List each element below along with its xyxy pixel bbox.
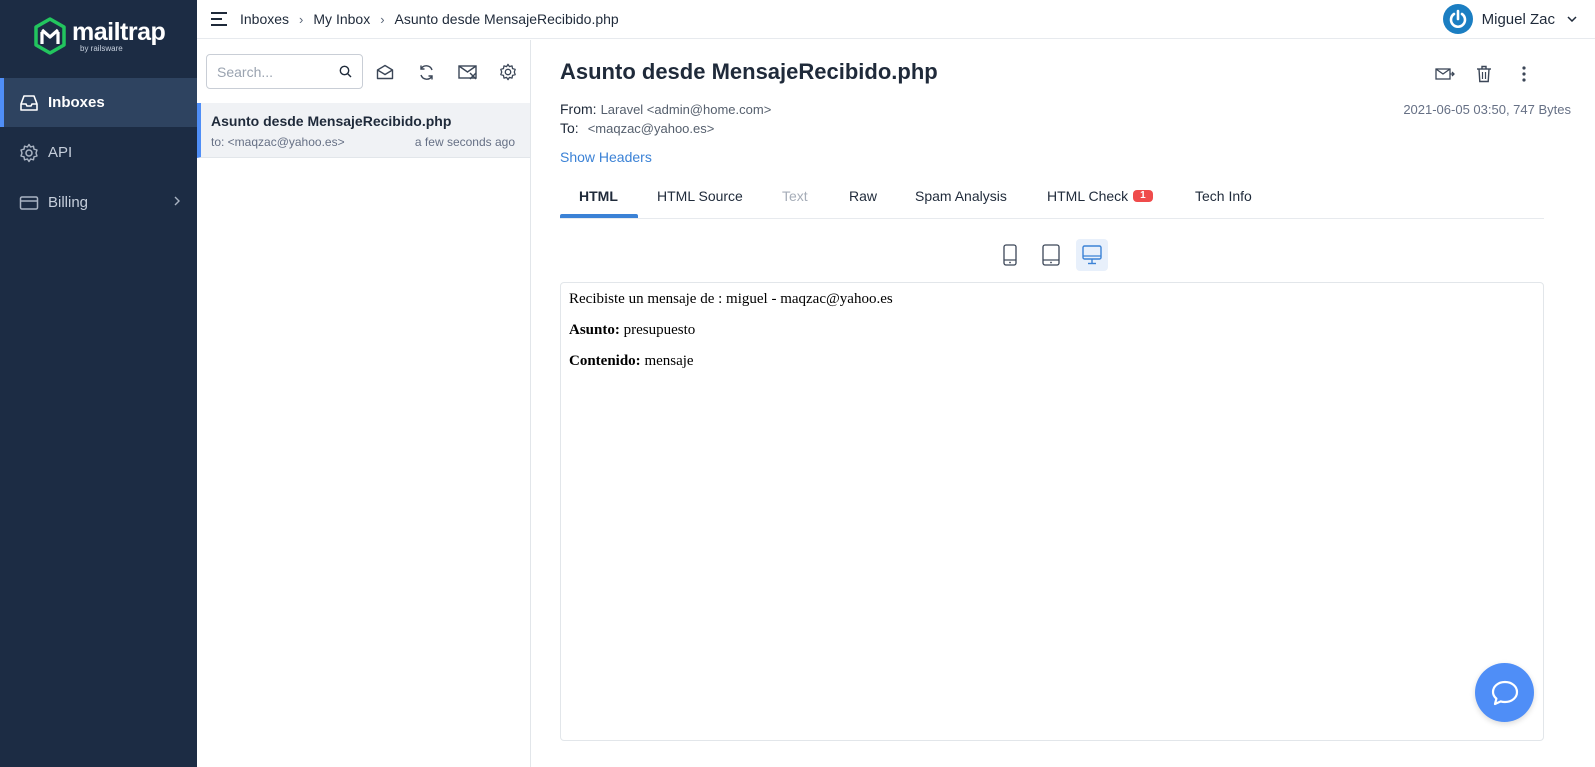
breadcrumb-separator: ›: [299, 11, 304, 27]
mobile-view-button[interactable]: [994, 239, 1026, 271]
sidebar-nav: Inboxes API Billing: [0, 78, 197, 228]
page-title: Asunto desde MensajeRecibido.php: [560, 59, 938, 84]
trash-icon: [1477, 65, 1491, 83]
gear-icon: [500, 63, 516, 81]
tab-label: HTML: [579, 188, 618, 204]
user-name: Miguel Zac: [1481, 10, 1555, 28]
tab-label: HTML Check: [1047, 188, 1129, 204]
card-icon: [19, 193, 39, 213]
tab-raw[interactable]: Raw: [849, 180, 877, 219]
breadcrumb: Inboxes › My Inbox › Asunto desde Mensaj…: [240, 11, 619, 27]
active-tab-indicator: [560, 214, 638, 218]
envelope-open-icon: [376, 64, 394, 80]
clear-mail-icon: [458, 65, 477, 80]
brand-name: mailtrap: [72, 17, 166, 46]
email-preview: Recibiste un mensaje de : miguel - maqza…: [560, 282, 1544, 741]
message-detail-pane: Asunto desde MensajeRecibido.php From: La…: [531, 40, 1595, 767]
clear-inbox-button[interactable]: [457, 62, 479, 82]
sidebar-item-label: API: [48, 144, 73, 161]
mobile-icon: [1003, 244, 1017, 266]
message-list-pane: Asunto desde MensajeRecibido.php to: <ma…: [197, 40, 531, 767]
menu-toggle-icon[interactable]: [210, 11, 228, 27]
list-item[interactable]: Asunto desde MensajeRecibido.php to: <ma…: [197, 103, 530, 158]
tab-label: Text: [782, 188, 808, 204]
breadcrumb-current: Asunto desde MensajeRecibido.php: [394, 11, 619, 27]
from-value: Laravel <admin@home.com>: [600, 102, 772, 117]
tab-html-check[interactable]: HTML Check 1: [1047, 180, 1153, 219]
tablet-icon: [1042, 244, 1060, 266]
sidebar-item-inboxes[interactable]: Inboxes: [0, 78, 197, 127]
breadcrumb-inboxes[interactable]: Inboxes: [240, 11, 289, 27]
tab-html-source[interactable]: HTML Source: [657, 180, 743, 219]
refresh-button[interactable]: [416, 62, 436, 82]
html-check-badge: 1: [1133, 190, 1153, 202]
sidebar-item-label: Billing: [48, 194, 89, 211]
forward-mail-icon: [1435, 68, 1455, 80]
tab-label: Tech Info: [1195, 188, 1252, 204]
asunto-label: Asunto:: [569, 322, 620, 338]
message-subject: Asunto desde MensajeRecibido.php: [211, 113, 452, 129]
search-icon[interactable]: [339, 65, 352, 78]
to-row: To: <maqzac@yahoo.es>: [560, 120, 714, 136]
mailtrap-logo-icon: [34, 17, 66, 55]
message-time: a few seconds ago: [414, 135, 515, 149]
user-menu[interactable]: Miguel Zac: [1442, 4, 1577, 34]
sidebar-item-label: Inboxes: [48, 94, 105, 111]
forward-button[interactable]: [1434, 63, 1456, 85]
refresh-icon: [419, 64, 433, 80]
asunto-value: presupuesto: [623, 322, 696, 338]
tab-label: HTML Source: [657, 188, 743, 204]
tab-label: Raw: [849, 188, 878, 204]
chat-support-button[interactable]: [1475, 663, 1534, 722]
date-size: 2021-06-05 03:50, 747 Bytes: [1403, 102, 1571, 117]
tab-text: Text: [782, 180, 808, 219]
preview-asunto: Asunto: presupuesto: [569, 322, 1535, 339]
from-label: From:: [560, 101, 597, 117]
from-row: From: Laravel <admin@home.com>: [560, 101, 771, 117]
breadcrumb-my-inbox[interactable]: My Inbox: [313, 11, 370, 27]
tablet-view-button[interactable]: [1035, 239, 1067, 271]
chevron-right-icon: [174, 196, 180, 206]
contenido-value: mensaje: [644, 353, 694, 369]
tabs: HTML HTML Source Text Raw Spam Analysis …: [560, 180, 1544, 219]
mailtrap-logo[interactable]: mailtrap by railsware: [34, 17, 166, 55]
tab-tech-info[interactable]: Tech Info: [1195, 180, 1252, 219]
desktop-icon: [1082, 245, 1102, 265]
search-input[interactable]: [217, 63, 337, 80]
avatar: [1442, 4, 1473, 34]
delete-button[interactable]: [1473, 63, 1495, 85]
chevron-down-icon: [1567, 16, 1577, 22]
desktop-view-button[interactable]: [1076, 239, 1108, 271]
preview-contenido: Contenido: mensaje: [569, 353, 1535, 370]
contenido-label: Contenido:: [569, 353, 641, 369]
to-value: <maqzac@yahoo.es>: [587, 121, 715, 136]
brand-subtitle: by railsware: [80, 43, 123, 53]
show-headers-link[interactable]: Show Headers: [560, 149, 652, 165]
chat-icon: [1491, 680, 1518, 705]
inbox-icon: [19, 93, 39, 113]
mark-all-read-button[interactable]: [375, 62, 395, 82]
sidebar-item-api[interactable]: API: [0, 128, 197, 177]
gear-icon: [19, 143, 39, 163]
power-icon: [1449, 9, 1466, 28]
sidebar-item-billing[interactable]: Billing: [0, 178, 197, 227]
more-options-button[interactable]: [1513, 63, 1535, 85]
breadcrumb-separator: ›: [380, 11, 385, 27]
to-label: To:: [560, 120, 579, 136]
tab-spam-analysis[interactable]: Spam Analysis: [915, 180, 1007, 219]
tab-label: Spam Analysis: [915, 188, 1007, 204]
preview-line: Recibiste un mensaje de : miguel - maqza…: [569, 291, 893, 307]
inbox-settings-button[interactable]: [498, 62, 518, 82]
sidebar: mailtrap by railsware Inboxes API Billin…: [0, 0, 197, 767]
search-box: [206, 54, 363, 89]
kebab-menu-icon: [1522, 66, 1526, 82]
message-recipient: to: <maqzac@yahoo.es>: [211, 135, 345, 149]
device-preview-switcher: [994, 239, 1117, 271]
top-bar: Inboxes › My Inbox › Asunto desde Mensaj…: [197, 0, 1595, 39]
